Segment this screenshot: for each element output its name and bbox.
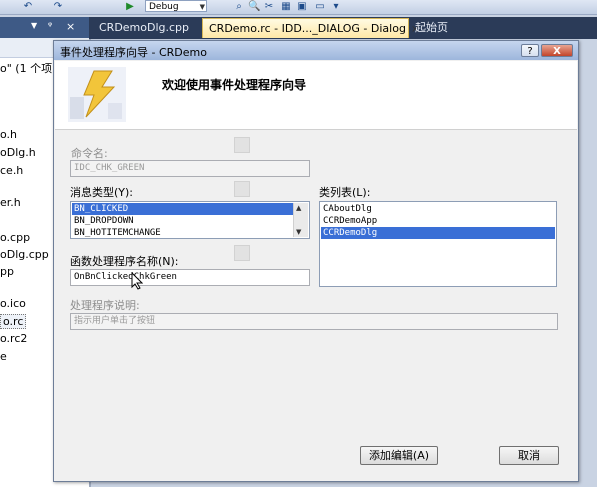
background-ghost [234,137,250,153]
pin-icon[interactable]: ᵠ [48,21,52,32]
list-item[interactable]: BN_CLICKED [72,203,294,215]
dialog-title: 事件处理程序向导 - CRDemo [60,46,207,59]
tree-item[interactable]: pp [0,265,14,278]
chevron-down-icon[interactable]: ▼ [31,21,37,30]
tree-item[interactable]: er.h [0,196,21,209]
properties-icon[interactable]: ▦ [280,1,292,12]
ide-toolbar: ↶ ↷ ▶ Debug ▼ ⌕ 🔍 ✂ ▦ ▣ ▭ ▾ [0,0,597,15]
tab-crdemodlg-cpp[interactable]: CRDemoDlg.cpp [93,18,195,38]
tab-label: CRDemo.rc - IDD..._DIALOG - Dialog [209,22,406,35]
message-type-scrollbar[interactable]: ▲ ▼ [293,203,308,237]
tree-item[interactable]: o.cpp [0,231,30,244]
scroll-up-icon[interactable]: ▲ [296,204,301,212]
close-button[interactable]: X [541,44,573,57]
help-button[interactable]: ? [521,44,539,57]
tab-crdemo-rc-dialog[interactable]: CRDemo.rc - IDD..._DIALOG - Dialog × [202,18,419,38]
start-debug-icon[interactable]: ▶ [124,1,136,12]
tree-item[interactable]: oDlg.h [0,146,36,159]
mouse-cursor-icon [131,272,143,290]
command-name-field: IDC_CHK_GREEN [70,160,310,177]
handler-description-field: 指示用户单击了按钮 [70,313,558,330]
tree-item[interactable]: o.ico [0,297,26,310]
solution-config-combo[interactable]: Debug ▼ [145,0,207,12]
tree-item-selected[interactable]: o.rc [0,314,27,329]
class-listbox[interactable]: CAboutDlg CCRDemoApp CCRDemoDlg [319,201,557,287]
background-ghost [234,245,250,261]
add-edit-button[interactable]: 添加编辑(A) [360,446,438,465]
wizard-heading: 欢迎使用事件处理程序向导 [162,78,307,92]
list-item[interactable]: BN_HOTITEMCHANGE [72,227,294,238]
tree-item[interactable]: ce.h [0,164,23,177]
class-list-label: 类列表(L): [319,186,371,199]
find-icon[interactable]: ⌕ [233,1,245,12]
toolbar-options-icon[interactable]: ▾ [330,1,342,12]
background-ghost [234,181,250,197]
handler-name-input[interactable]: OnBnClickedChkGreen [70,269,310,286]
toolbox-icon[interactable]: ▣ [296,1,308,12]
solution-config-value: Debug [149,2,179,12]
scroll-down-icon[interactable]: ▼ [296,228,301,236]
tree-item[interactable]: oDlg.cpp [0,248,49,261]
list-item[interactable]: CAboutDlg [321,203,555,215]
tree-item[interactable]: o.h [0,128,17,141]
command-name-label: 命令名: [71,147,108,160]
tab-start-page[interactable]: 起始页 [409,18,454,38]
window-icon[interactable]: ▭ [314,1,326,12]
redo-icon[interactable]: ↷ [52,1,64,12]
wizard-banner: 欢迎使用事件处理程序向导 [55,61,577,130]
tree-item[interactable]: e [0,350,7,363]
cancel-button[interactable]: 取消 [499,446,559,465]
chevron-down-icon: ▼ [199,3,205,11]
dialog-titlebar[interactable]: 事件处理程序向导 - CRDemo ? X [54,41,578,60]
solution-explorer-header: ▼ ᵠ × [0,17,89,38]
tools-icon[interactable]: ✂ [263,1,275,12]
undo-icon[interactable]: ↶ [22,1,34,12]
handler-description-label: 处理程序说明: [70,299,140,312]
event-handler-wizard-dialog: 事件处理程序向导 - CRDemo ? X 欢迎使用事件处理程序向导 命令名: … [53,40,579,482]
message-type-listbox[interactable]: BN_CLICKED BN_DROPDOWN BN_HOTITEMCHANGE … [70,201,310,239]
lightning-icon [68,67,126,122]
tab-label: 起始页 [415,21,448,34]
document-tabs: CRDemoDlg.cpp CRDemo.rc - IDD..._DIALOG … [89,17,597,39]
tab-label: CRDemoDlg.cpp [99,21,190,34]
close-icon[interactable]: × [66,20,75,33]
search-icon[interactable]: 🔍 [248,1,260,12]
list-item[interactable]: CCRDemoDlg [321,227,555,239]
message-type-label: 消息类型(Y): [70,186,134,199]
tree-item[interactable]: o.rc2 [0,332,27,345]
list-item[interactable]: CCRDemoApp [321,215,555,227]
list-item[interactable]: BN_DROPDOWN [72,215,294,227]
handler-name-label: 函数处理程序名称(N): [70,255,179,268]
